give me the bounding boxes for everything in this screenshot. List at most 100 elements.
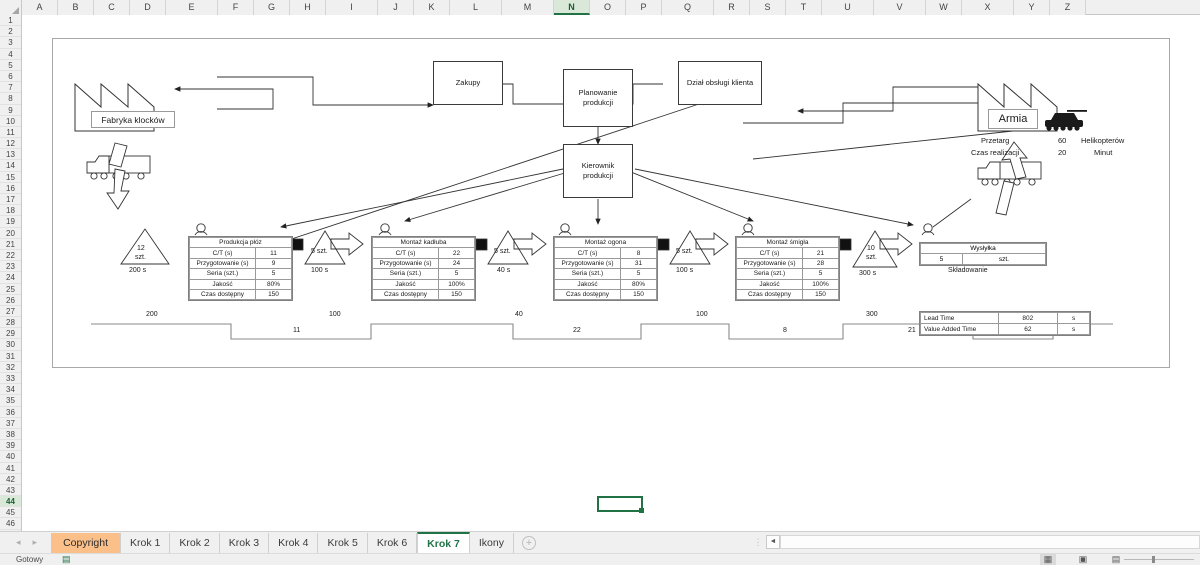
row-header-12[interactable]: 12: [0, 138, 21, 149]
row-header-2[interactable]: 2: [0, 26, 21, 37]
value-stream-map-canvas[interactable]: Fabryka klocków Armia Przetarg 60 Heliko…: [52, 38, 1170, 368]
column-header-y[interactable]: Y: [1014, 0, 1050, 15]
sheet-tab-ikony[interactable]: Ikony: [470, 533, 514, 553]
process-box-montaz-kadluba[interactable]: Montaż kadłuba C/T (s) 22 Przygotowanie …: [371, 236, 476, 301]
select-all-corner[interactable]: [0, 0, 22, 15]
row-header-38[interactable]: 38: [0, 429, 21, 440]
sheet-tab-krok-7[interactable]: Krok 7: [417, 532, 470, 554]
sheet-tab-krok-2[interactable]: Krok 2: [170, 533, 219, 553]
column-header-z[interactable]: Z: [1050, 0, 1086, 15]
row-header-34[interactable]: 34: [0, 384, 21, 395]
row-header-3[interactable]: 3: [0, 37, 21, 48]
control-box-planowanie-produkcji[interactable]: Planowanie produkcji: [563, 69, 633, 127]
column-header-i[interactable]: I: [326, 0, 378, 15]
lead-time-summary-table[interactable]: Lead Time 802 s Value Added Time 62 s: [919, 311, 1091, 336]
scroll-left-button[interactable]: ◄: [766, 535, 780, 549]
process-box-montaz-smigla[interactable]: Montaż śmigła C/T (s) 21 Przygotowanie (…: [735, 236, 840, 301]
sheet-tab-krok-5[interactable]: Krok 5: [318, 533, 367, 553]
column-header-n[interactable]: N: [554, 0, 590, 15]
row-header-30[interactable]: 30: [0, 339, 21, 350]
zoom-slider[interactable]: [1124, 556, 1194, 563]
view-page-layout-button[interactable]: ▣: [1075, 554, 1091, 565]
row-header-11[interactable]: 11: [0, 127, 21, 138]
row-header-40[interactable]: 40: [0, 451, 21, 462]
row-header-26[interactable]: 26: [0, 295, 21, 306]
row-header-4[interactable]: 4: [0, 49, 21, 60]
row-header-16[interactable]: 16: [0, 183, 21, 194]
column-header-m[interactable]: M: [502, 0, 554, 15]
row-header-15[interactable]: 15: [0, 172, 21, 183]
row-header-41[interactable]: 41: [0, 463, 21, 474]
column-header-o[interactable]: O: [590, 0, 626, 15]
column-header-k[interactable]: K: [414, 0, 450, 15]
row-header-13[interactable]: 13: [0, 149, 21, 160]
column-header-t[interactable]: T: [786, 0, 822, 15]
row-header-37[interactable]: 37: [0, 418, 21, 429]
row-header-9[interactable]: 9: [0, 105, 21, 116]
sheet-tab-krok-4[interactable]: Krok 4: [269, 533, 318, 553]
row-header-10[interactable]: 10: [0, 116, 21, 127]
column-header-x[interactable]: X: [962, 0, 1014, 15]
row-header-44[interactable]: 44: [0, 496, 21, 507]
row-header-33[interactable]: 33: [0, 373, 21, 384]
row-header-8[interactable]: 8: [0, 93, 21, 104]
row-header-6[interactable]: 6: [0, 71, 21, 82]
row-header-19[interactable]: 19: [0, 216, 21, 227]
split-handle-icon[interactable]: ⋮: [750, 537, 766, 548]
column-header-p[interactable]: P: [626, 0, 662, 15]
sheet-tab-copyright[interactable]: Copyright: [51, 533, 121, 553]
row-header-43[interactable]: 43: [0, 485, 21, 496]
row-header-25[interactable]: 25: [0, 284, 21, 295]
row-header-36[interactable]: 36: [0, 407, 21, 418]
column-header-r[interactable]: R: [714, 0, 750, 15]
column-header-h[interactable]: H: [290, 0, 326, 15]
row-header-39[interactable]: 39: [0, 440, 21, 451]
sheet-tab-krok-6[interactable]: Krok 6: [368, 533, 417, 553]
view-normal-button[interactable]: ▦: [1040, 554, 1056, 565]
column-header-l[interactable]: L: [450, 0, 502, 15]
column-header-v[interactable]: V: [874, 0, 926, 15]
row-header-28[interactable]: 28: [0, 317, 21, 328]
row-header-5[interactable]: 5: [0, 60, 21, 71]
row-header-18[interactable]: 18: [0, 205, 21, 216]
shipping-box[interactable]: Wysłyłka 5 szt.: [919, 242, 1047, 266]
column-header-g[interactable]: G: [254, 0, 290, 15]
horizontal-scrollbar-track[interactable]: [780, 535, 1200, 549]
row-header-17[interactable]: 17: [0, 194, 21, 205]
zoom-slider-knob[interactable]: [1152, 556, 1155, 563]
row-header-32[interactable]: 32: [0, 362, 21, 373]
column-header-w[interactable]: W: [926, 0, 962, 15]
sheet-nav-arrows[interactable]: ◂ ▸: [0, 537, 51, 548]
row-header-20[interactable]: 20: [0, 228, 21, 239]
control-box-kierownik-produkcji[interactable]: Kierownik produkcji: [563, 144, 633, 198]
row-header-27[interactable]: 27: [0, 306, 21, 317]
row-header-24[interactable]: 24: [0, 272, 21, 283]
row-header-21[interactable]: 21: [0, 239, 21, 250]
sheet-nav-prev-icon[interactable]: ◂: [16, 537, 21, 548]
view-page-break-button[interactable]: ▤: [1108, 554, 1124, 565]
sheet-nav-next-icon[interactable]: ▸: [33, 537, 38, 548]
row-header-14[interactable]: 14: [0, 160, 21, 171]
control-box-zakupy[interactable]: Zakupy: [433, 61, 503, 105]
supplier-box[interactable]: Fabryka klocków: [91, 111, 175, 128]
sheet-tab-krok-1[interactable]: Krok 1: [121, 533, 170, 553]
row-header-45[interactable]: 45: [0, 507, 21, 518]
process-box-montaz-ogona[interactable]: Montaż ogona C/T (s) 8 Przygotowanie (s)…: [553, 236, 658, 301]
row-header-22[interactable]: 22: [0, 250, 21, 261]
row-header-1[interactable]: 1: [0, 15, 21, 26]
row-header-7[interactable]: 7: [0, 82, 21, 93]
row-header-46[interactable]: 46: [0, 518, 21, 529]
column-header-a[interactable]: A: [22, 0, 58, 15]
horizontal-scroll-region[interactable]: ⋮ ◄: [750, 533, 1200, 551]
column-header-u[interactable]: U: [822, 0, 874, 15]
column-header-f[interactable]: F: [218, 0, 254, 15]
row-header-29[interactable]: 29: [0, 328, 21, 339]
column-header-d[interactable]: D: [130, 0, 166, 15]
row-header-23[interactable]: 23: [0, 261, 21, 272]
column-header-j[interactable]: J: [378, 0, 414, 15]
sheet-tab-krok-3[interactable]: Krok 3: [220, 533, 269, 553]
customer-box[interactable]: Armia: [988, 109, 1038, 129]
add-sheet-button[interactable]: +: [522, 536, 536, 550]
row-header-35[interactable]: 35: [0, 395, 21, 406]
control-box-dzial-obslugi-klienta[interactable]: Dział obsługi klienta: [678, 61, 762, 105]
